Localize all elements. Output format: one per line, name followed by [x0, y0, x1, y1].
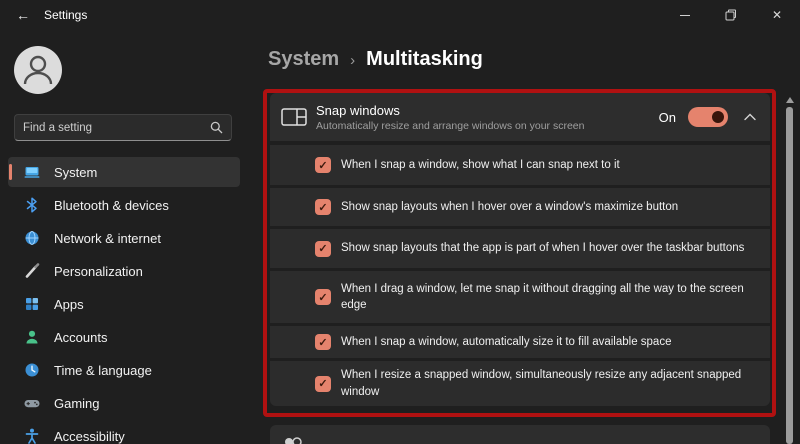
sidebar-item-label: Personalization: [54, 263, 143, 279]
option-label: When I snap a window, show what I can sn…: [341, 158, 620, 171]
search-icon[interactable]: [210, 121, 223, 134]
sidebar-item-gaming[interactable]: Gaming: [8, 388, 240, 418]
option-label: When I drag a window, let me snap it wit…: [341, 282, 744, 311]
minimize-icon: [680, 14, 690, 16]
scrollbar-up-arrow-icon[interactable]: [786, 97, 794, 103]
search-box: [14, 114, 232, 141]
back-arrow-icon: ←: [16, 7, 30, 23]
toggle-state-label: On: [658, 109, 676, 125]
sidebar-item-label: Accounts: [54, 329, 108, 345]
option-row-snap-show-next[interactable]: ✓ When I snap a window, show what I can …: [270, 145, 770, 185]
back-button[interactable]: ←: [8, 3, 38, 27]
next-settings-card[interactable]: [270, 425, 770, 444]
checkbox-checked[interactable]: ✓: [315, 334, 331, 350]
option-row-auto-size[interactable]: ✓ When I snap a window, automatically si…: [270, 326, 770, 358]
window-controls: ✕: [662, 0, 800, 30]
brush-icon: [23, 262, 41, 280]
close-button[interactable]: ✕: [754, 0, 800, 30]
snap-windows-subtitle: Automatically resize and arrange windows…: [316, 119, 585, 132]
accessibility-person-icon: [23, 427, 41, 444]
checkbox-checked[interactable]: ✓: [315, 157, 331, 173]
option-row-layouts-taskbar[interactable]: ✓ Show snap layouts that the app is part…: [270, 229, 770, 268]
check-icon: ✓: [318, 291, 328, 304]
option-label: Show snap layouts when I hover over a wi…: [341, 200, 679, 213]
check-icon: ✓: [318, 243, 328, 255]
breadcrumb: System › Multitasking: [268, 48, 483, 71]
sidebar-item-apps[interactable]: Apps: [8, 289, 240, 319]
checkbox-checked[interactable]: ✓: [315, 199, 331, 215]
page-title: Multitasking: [366, 48, 483, 70]
system-icon: [23, 163, 41, 181]
option-row-simultaneous-resize[interactable]: ✓ When I resize a snapped window, simult…: [270, 361, 770, 406]
controller-icon: [23, 394, 41, 412]
breadcrumb-separator-icon: ›: [350, 52, 356, 69]
sidebar-item-system[interactable]: System: [8, 157, 240, 187]
snap-windows-title: Snap windows: [316, 102, 400, 118]
clock-icon: [23, 361, 41, 379]
sidebar-item-bluetooth[interactable]: Bluetooth & devices: [8, 190, 240, 220]
sidebar-item-label: Network & internet: [54, 230, 161, 246]
chevron-up-icon[interactable]: [744, 113, 756, 121]
option-label: Show snap layouts that the app is part o…: [341, 242, 745, 255]
sidebar-item-label: Gaming: [54, 395, 100, 411]
minimize-button[interactable]: [662, 0, 708, 30]
selected-accent-bar: [9, 164, 12, 180]
checkbox-checked[interactable]: ✓: [315, 289, 331, 305]
snap-windows-text: Snap windows Automatically resize and ar…: [316, 103, 659, 132]
checkbox-checked[interactable]: ✓: [315, 375, 331, 392]
sidebar-item-accessibility[interactable]: Accessibility: [8, 421, 240, 444]
check-icon: ✓: [318, 159, 328, 172]
search-input[interactable]: [15, 121, 210, 134]
breadcrumb-parent[interactable]: System: [268, 48, 339, 71]
snap-windows-icon: [281, 108, 307, 126]
toggle-knob: [712, 111, 724, 123]
close-icon: ✕: [771, 8, 783, 22]
check-icon: ✓: [318, 336, 328, 349]
sidebar-item-accounts[interactable]: Accounts: [8, 322, 240, 352]
sidebar-item-label: Time & language: [54, 362, 152, 378]
titlebar: ← Settings ✕: [0, 0, 800, 30]
sidebar-item-label: System: [54, 164, 98, 180]
restore-button[interactable]: [708, 0, 754, 30]
option-row-drag-snap[interactable]: ✓ When I drag a window, let me snap it w…: [270, 271, 770, 323]
user-avatar[interactable]: [14, 46, 62, 94]
check-icon: ✓: [318, 378, 328, 390]
snap-windows-toggle[interactable]: [688, 107, 728, 127]
option-label: When I snap a window, automatically size…: [341, 335, 672, 348]
apps-grid-icon: [23, 295, 41, 313]
checkbox-checked[interactable]: ✓: [315, 240, 331, 257]
sidebar-item-label: Apps: [54, 296, 84, 312]
snap-windows-expander[interactable]: Snap windows Automatically resize and ar…: [270, 93, 770, 141]
next-card-icon: [285, 437, 302, 444]
sidebar-item-network[interactable]: Network & internet: [8, 223, 240, 253]
globe-icon: [23, 229, 41, 247]
account-person-icon: [23, 328, 41, 346]
person-icon: [23, 55, 53, 85]
app-title: Settings: [44, 8, 88, 22]
sidebar-item-label: Accessibility: [54, 428, 125, 444]
sidebar-nav: System Bluetooth & devices Network & int…: [8, 157, 240, 444]
check-icon: ✓: [318, 201, 328, 214]
scrollbar-thumb[interactable]: [786, 107, 793, 444]
option-row-layouts-maximize[interactable]: ✓ Show snap layouts when I hover over a …: [270, 188, 770, 226]
sidebar-item-personalization[interactable]: Personalization: [8, 256, 240, 286]
sidebar-item-label: Bluetooth & devices: [54, 197, 169, 213]
bluetooth-icon: [23, 196, 41, 214]
sidebar-item-time-language[interactable]: Time & language: [8, 355, 240, 385]
option-label: When I resize a snapped window, simultan…: [341, 369, 742, 398]
restore-icon: [725, 9, 736, 21]
